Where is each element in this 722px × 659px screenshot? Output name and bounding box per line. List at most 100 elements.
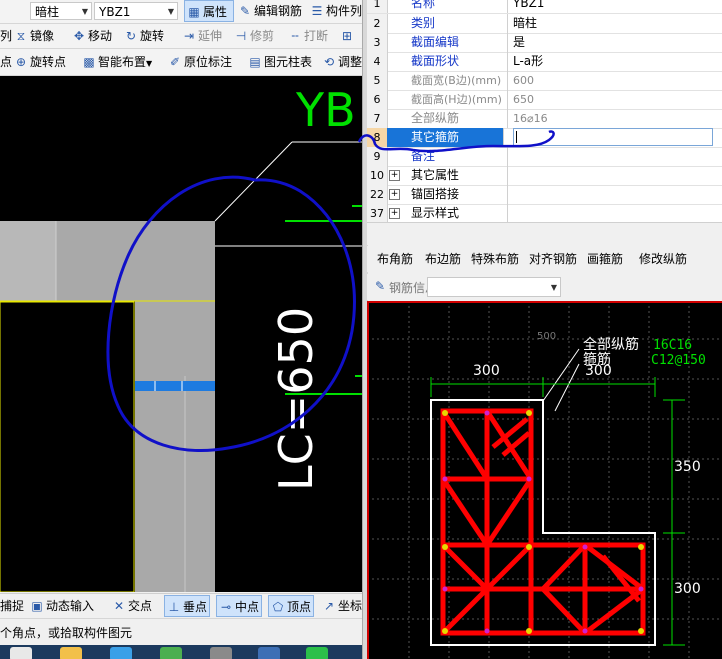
list-icon: ☰ [311, 4, 323, 18]
array-button[interactable]: 列 [0, 25, 12, 47]
top-toolbar: 暗柱 ▼ YBZ1 ▼ ▦ 属性 ✎ 编辑钢筋 ☰ 构件列 [0, 0, 362, 24]
app-icon[interactable] [10, 647, 32, 659]
in-place-label-button[interactable]: ✐ 原位标注 [168, 51, 232, 73]
property-group-row[interactable]: 10 + 其它属性 [367, 166, 722, 186]
merge-button[interactable]: ⊞ [340, 25, 356, 47]
element-combo-value: YBZ1 [99, 5, 131, 19]
row-number: 4 [367, 52, 388, 71]
column-table-label: 图元柱表 [264, 55, 313, 69]
intersection-button[interactable]: ✕ 交点 [112, 595, 152, 617]
media-icon[interactable] [210, 647, 232, 659]
property-name: 锚固搭接 [407, 185, 508, 204]
property-value[interactable]: YBZ1 [513, 0, 713, 13]
app2-icon[interactable] [258, 647, 280, 659]
edit-toolbar: 列 ⧖ 镜像 ✥ 移动 ↻ 旋转 ⇥ 延伸 ⊣ 修剪 ╌ 打断 ⊞ [0, 24, 362, 49]
element-combo[interactable]: YBZ1 ▼ [94, 2, 178, 20]
mirror-button[interactable]: ⧖ 镜像 [14, 25, 54, 47]
perpendicular-button[interactable]: ⊥ 垂点 [164, 595, 211, 617]
corner-rebar-button[interactable]: 布角筋 [377, 248, 413, 270]
dynamic-input-button[interactable]: ▣ 动态输入 [30, 595, 94, 617]
annotation-squiggle [357, 130, 555, 153]
property-value[interactable]: 650 [513, 90, 713, 109]
edit-rebar-button[interactable]: ✎ 编辑钢筋 [238, 0, 302, 22]
trim-button[interactable]: ⊣ 修剪 [234, 25, 274, 47]
rotate-button[interactable]: ↻ 旋转 [124, 25, 164, 47]
property-row[interactable]: 6 截面高(H边)(mm) 650 [367, 90, 722, 110]
browser-icon[interactable] [110, 647, 132, 659]
point-label: 点 [0, 55, 13, 69]
smart-layout-button[interactable]: ▩ 智能布置▼ [82, 51, 152, 73]
dynamic-input-label: 动态输入 [46, 599, 95, 613]
section-view[interactable]: 500 全部纵筋 16C16 箍筋 C12@150 300 300 350 30… [367, 301, 722, 659]
expand-icon[interactable]: + [389, 189, 400, 200]
property-row[interactable]: 5 截面宽(B边)(mm) 600 [367, 71, 722, 91]
row-number: 5 [367, 71, 388, 90]
property-row[interactable]: 1 名称 YBZ1 [367, 0, 722, 14]
row-number: 3 [367, 33, 388, 52]
dim-right-bottom: 300 [674, 581, 701, 597]
edit-rebar-icon: ✎ [239, 4, 251, 18]
dim-top-right: 300 [585, 363, 612, 379]
property-name: 截面高(H边)(mm) [407, 90, 508, 109]
extend-icon: ⇥ [183, 29, 195, 43]
property-group-row[interactable]: 37 + 显示样式 [367, 204, 722, 224]
rebar-info-select[interactable]: ▼ [427, 277, 561, 297]
midpoint-button[interactable]: ⊸ 中点 [216, 595, 263, 617]
column-table-button[interactable]: ▤ 图元柱表 [248, 51, 312, 73]
move-icon: ✥ [73, 29, 85, 43]
expand-icon[interactable]: + [389, 208, 400, 219]
expand-icon[interactable]: + [389, 170, 400, 181]
properties-button[interactable]: ▦ 属性 [184, 0, 234, 22]
smart-layout-icon: ▩ [83, 55, 95, 69]
status-text: 个角点，或拾取构件图元 [0, 626, 133, 640]
align-rebar-button[interactable]: 对齐钢筋 [529, 248, 577, 270]
snap-button[interactable]: 捕捉 [0, 595, 24, 617]
row-number: 10 [367, 166, 388, 185]
property-name: 截面编辑 [407, 33, 508, 52]
extend-button[interactable]: ⇥ 延伸 [182, 25, 222, 47]
rotate-point-button[interactable]: ⊕ 旋转点 [14, 51, 66, 73]
property-value[interactable]: 暗柱 [513, 14, 713, 33]
property-value[interactable]: 600 [513, 71, 713, 90]
tie-bar [440, 409, 490, 481]
chevron-down-icon: ▼ [167, 7, 174, 16]
drawing-canvas[interactable]: YB LC=650 [0, 76, 362, 592]
adjust-label: 调整 [338, 55, 363, 69]
adjust-button[interactable]: ⟲ 调整 [322, 51, 362, 73]
tie-bar [485, 543, 533, 591]
point-button[interactable]: 点 [0, 51, 12, 73]
special-rebar-label: 特殊布筋 [471, 252, 520, 266]
move-button[interactable]: ✥ 移动 [72, 25, 112, 47]
property-row[interactable]: 4 截面形状 L-a形 [367, 52, 722, 72]
property-name: 截面宽(B边)(mm) [407, 71, 508, 90]
property-row[interactable]: 2 类别 暗柱 [367, 14, 722, 34]
vertex-icon: ⬠ [272, 600, 284, 614]
tie-bar [541, 587, 587, 635]
property-group-row[interactable]: 22 + 锚固搭接 [367, 185, 722, 205]
modify-rebar-button[interactable]: 修改纵筋 [639, 248, 687, 270]
vertex-label: 顶点 [287, 600, 312, 614]
property-value[interactable]: L-a形 [513, 52, 713, 71]
property-row[interactable]: 3 截面编辑 是 [367, 33, 722, 53]
tie-bar [541, 543, 587, 591]
property-value[interactable]: 是 [513, 33, 713, 52]
side-rebar-button[interactable]: 布边筋 [425, 248, 461, 270]
coordinate-button[interactable]: ↗ 坐标 [322, 595, 362, 617]
align-rebar-label: 对齐钢筋 [529, 252, 578, 266]
break-icon: ╌ [291, 29, 299, 43]
intersection-label: 交点 [128, 599, 153, 613]
selected-beam [135, 381, 215, 391]
component-list-button[interactable]: ☰ 构件列 [310, 0, 362, 22]
table-icon: ▤ [249, 55, 261, 69]
layer-combo[interactable]: 暗柱 ▼ [30, 2, 92, 20]
chrome-icon[interactable] [160, 647, 182, 659]
special-rebar-button[interactable]: 特殊布筋 [471, 248, 519, 270]
wechat-icon[interactable] [306, 647, 328, 659]
coordinate-icon: ↗ [323, 599, 335, 613]
folder-icon[interactable] [60, 647, 82, 659]
break-button[interactable]: ╌ 打断 [288, 25, 328, 47]
draw-stirrup-button[interactable]: 画箍筋 [587, 248, 623, 270]
rotate-label: 旋转 [140, 29, 165, 43]
vertex-button[interactable]: ⬠ 顶点 [268, 595, 315, 617]
dynamic-input-icon: ▣ [31, 599, 43, 613]
